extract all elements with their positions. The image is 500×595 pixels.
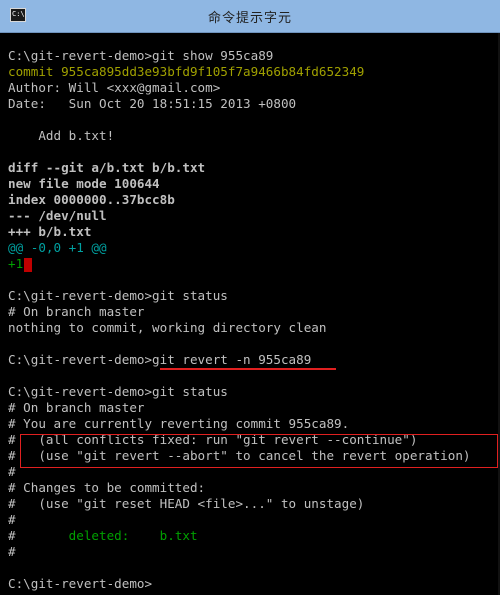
console-line: #: [8, 512, 498, 528]
console-line-text: C:\git-revert-demo>git show 955ca89: [8, 48, 274, 63]
console-line: index 0000000..37bcc8b: [8, 192, 498, 208]
console-line-text: @@ -0,0 +1 @@: [8, 240, 107, 255]
console-line: C:\git-revert-demo>: [8, 576, 498, 592]
console-line: commit 955ca895dd3e93bfd9f105f7a9466b84f…: [8, 64, 498, 80]
console-line-text: nothing to commit, working directory cle…: [8, 320, 327, 335]
console-line-text: C:\git-revert-demo>: [8, 576, 153, 591]
console-line-text: Add b.txt!: [8, 128, 115, 143]
command-prompt-window: 命令提示字元 C:\git-revert-demo>git show 955ca…: [0, 0, 500, 595]
console-line-text: # On branch master: [8, 400, 145, 415]
console-line-text: commit 955ca895dd3e93bfd9f105f7a9466b84f…: [8, 64, 365, 79]
console-line-prefix: #: [8, 528, 16, 543]
console-line-text: # You are currently reverting commit 955…: [8, 416, 350, 431]
console-line: Date: Sun Oct 20 18:51:15 2013 +0800: [8, 96, 498, 112]
console-output[interactable]: C:\git-revert-demo>git show 955ca89 commi…: [8, 48, 498, 592]
console-line: nothing to commit, working directory cle…: [8, 320, 498, 336]
console-line-text: C:\git-revert-demo>git status: [8, 384, 228, 399]
console-line: # On branch master: [8, 304, 498, 320]
console-line: # Changes to be committed:: [8, 480, 498, 496]
console-line-text: C:\git-revert-demo>git status: [8, 288, 228, 303]
console-line: # deleted: b.txt: [8, 528, 498, 544]
console-line: +++ b/b.txt: [8, 224, 498, 240]
console-line: C:\git-revert-demo>git revert -n 955ca89: [8, 352, 498, 368]
console-line-text: Author: Will <xxx@gmail.com>: [8, 80, 221, 95]
console-line-text: --- /dev/null: [8, 208, 107, 223]
console-line: @@ -0,0 +1 @@: [8, 240, 498, 256]
title-bar[interactable]: 命令提示字元: [0, 0, 500, 33]
console-line-text: C:\git-revert-demo>git revert -n 955ca89: [8, 352, 312, 367]
annotation-underline: [160, 368, 336, 370]
console-line-text: +++ b/b.txt: [8, 224, 92, 239]
console-line-text: diff --git a/b.txt b/b.txt: [8, 160, 206, 175]
console-line: +1: [8, 256, 498, 272]
console-line-text: index 0000000..37bcc8b: [8, 192, 175, 207]
window-title: 命令提示字元: [207, 11, 292, 26]
console-line: C:\git-revert-demo>git status: [8, 288, 498, 304]
console-line-text: # Changes to be committed:: [8, 480, 206, 495]
console-line: # (use "git reset HEAD <file>..." to uns…: [8, 496, 498, 512]
console-line: # On branch master: [8, 400, 498, 416]
annotation-box: [20, 434, 498, 468]
console-line: # You are currently reverting commit 955…: [8, 416, 498, 432]
console-line: --- /dev/null: [8, 208, 498, 224]
console-line-text: # (use "git reset HEAD <file>..." to uns…: [8, 496, 365, 511]
console-line: new file mode 100644: [8, 176, 498, 192]
console-line: C:\git-revert-demo>git status: [8, 384, 498, 400]
console-line: Add b.txt!: [8, 128, 498, 144]
console-line-text: #: [8, 544, 16, 559]
text-cursor: [24, 257, 33, 272]
console-line-text: # On branch master: [8, 304, 145, 319]
deleted-file-entry: deleted: b.txt: [15, 528, 198, 543]
console-line: Author: Will <xxx@gmail.com>: [8, 80, 498, 96]
console-line-text: new file mode 100644: [8, 176, 160, 191]
console-line: #: [8, 544, 498, 560]
console-line-text: Date: Sun Oct 20 18:51:15 2013 +0800: [8, 96, 297, 111]
console-line-text: #: [8, 512, 16, 527]
console-line: C:\git-revert-demo>git show 955ca89: [8, 48, 498, 64]
console-line-text: +1: [8, 256, 24, 271]
console-line-text: #: [8, 464, 16, 479]
console-line: diff --git a/b.txt b/b.txt: [8, 160, 498, 176]
